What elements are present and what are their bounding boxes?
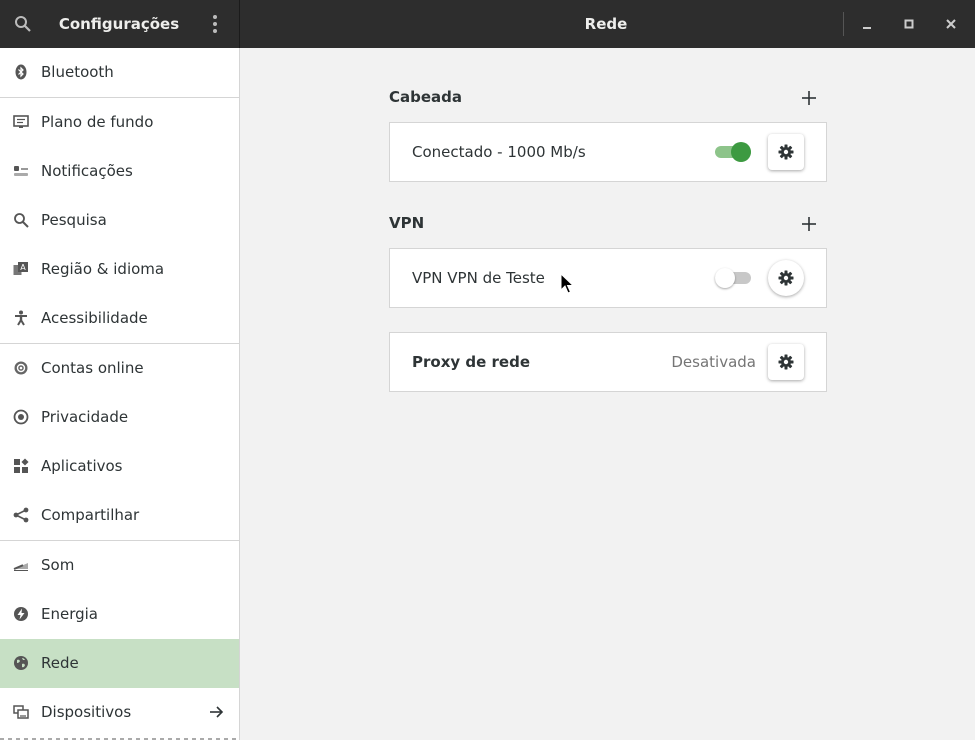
network-icon [14,656,28,670]
applications-icon [14,458,29,473]
sidebar-item-label: Plano de fundo [41,113,154,131]
sidebar-item-share[interactable]: Compartilhar [0,491,239,540]
bluetooth-icon [15,64,27,80]
gear-icon [778,144,794,160]
minimize-icon[interactable] [859,16,875,32]
wired-toggle[interactable] [715,142,751,162]
sidebar-item-privacy[interactable]: Privacidade [0,393,239,442]
gear-icon [778,354,794,370]
sidebar-item-region[interactable]: A Região & idioma [0,245,239,294]
sidebar-item-devices[interactable]: Dispositivos [0,688,239,737]
wired-connection-row: Conectado - 1000 Mb/s [389,122,827,182]
wired-connection-label: Conectado - 1000 Mb/s [412,143,586,161]
sidebar-item-notifications[interactable]: Notificações [0,147,239,196]
sidebar-item-power[interactable]: Energia [0,590,239,639]
close-icon[interactable] [943,16,959,32]
gear-icon [778,270,794,286]
region-icon: A [13,262,28,275]
sidebar-item-bluetooth[interactable]: Bluetooth [0,48,239,97]
toggle-knob [715,268,735,288]
sidebar-item-label: Pesquisa [41,211,107,229]
mouse-cursor-icon [560,273,574,294]
add-vpn-icon[interactable] [800,215,818,233]
accessibility-icon [15,310,27,326]
wired-section-title: Cabeada [389,88,463,106]
header-bar: Configurações Rede [0,0,975,48]
svg-text:A: A [20,263,26,272]
sidebar-item-label: Privacidade [41,408,129,426]
share-icon [13,507,29,523]
sidebar-item-search[interactable]: Pesquisa [0,196,239,245]
vpn-toggle[interactable] [715,268,751,288]
sidebar-item-sound[interactable]: Som [0,541,239,590]
vpn-connection-label: VPN VPN de Teste [412,269,545,287]
proxy-settings-button[interactable] [768,344,804,380]
vpn-connection-row: VPN VPN de Teste [389,248,827,308]
maximize-icon[interactable] [901,16,917,32]
app-title: Configurações [58,15,180,33]
wired-settings-button[interactable] [768,134,804,170]
search-icon[interactable] [14,15,32,33]
arrow-right-icon [210,706,224,718]
sidebar-item-online-accounts[interactable]: Contas online [0,344,239,393]
privacy-icon [13,409,29,425]
sidebar-item-label: Notificações [41,162,133,180]
sidebar-item-accessibility[interactable]: Acessibilidade [0,294,239,343]
sidebar-item-label: Som [41,556,75,574]
sidebar-item-label: Aplicativos [41,457,123,475]
sidebar-header: Configurações [0,0,240,48]
devices-icon [13,705,29,719]
sound-icon [13,563,28,571]
proxy-label: Proxy de rede [412,353,530,371]
vpn-section-title: VPN [389,214,425,232]
sidebar-item-network[interactable]: Rede [0,639,239,688]
vpn-settings-button[interactable] [768,260,804,296]
sidebar-item-label: Dispositivos [41,703,132,721]
sidebar-item-label: Rede [41,654,79,672]
sidebar-item-label: Acessibilidade [41,309,148,327]
add-wired-icon[interactable] [800,89,818,107]
sidebar-item-background[interactable]: Plano de fundo [0,98,239,147]
power-icon [14,607,28,621]
sidebar-item-label: Bluetooth [41,63,114,81]
sidebar-item-applications[interactable]: Aplicativos [0,442,239,491]
sidebar-item-label: Compartilhar [41,506,140,524]
sidebar-item-label: Energia [41,605,98,623]
menu-icon[interactable] [207,14,223,34]
sidebar-item-label: Contas online [41,359,144,377]
online-accounts-icon [14,361,28,375]
search-icon [14,213,29,228]
toggle-knob [731,142,751,162]
proxy-status: Desativada [671,353,756,371]
sidebar-item-label: Região & idioma [41,260,165,278]
background-icon [13,115,29,128]
header-separator [843,12,844,36]
sidebar: Bluetooth Plano de fundo Notificações Pe… [0,48,240,740]
notifications-icon [14,166,28,176]
proxy-row[interactable]: Proxy de rede Desativada [389,332,827,392]
